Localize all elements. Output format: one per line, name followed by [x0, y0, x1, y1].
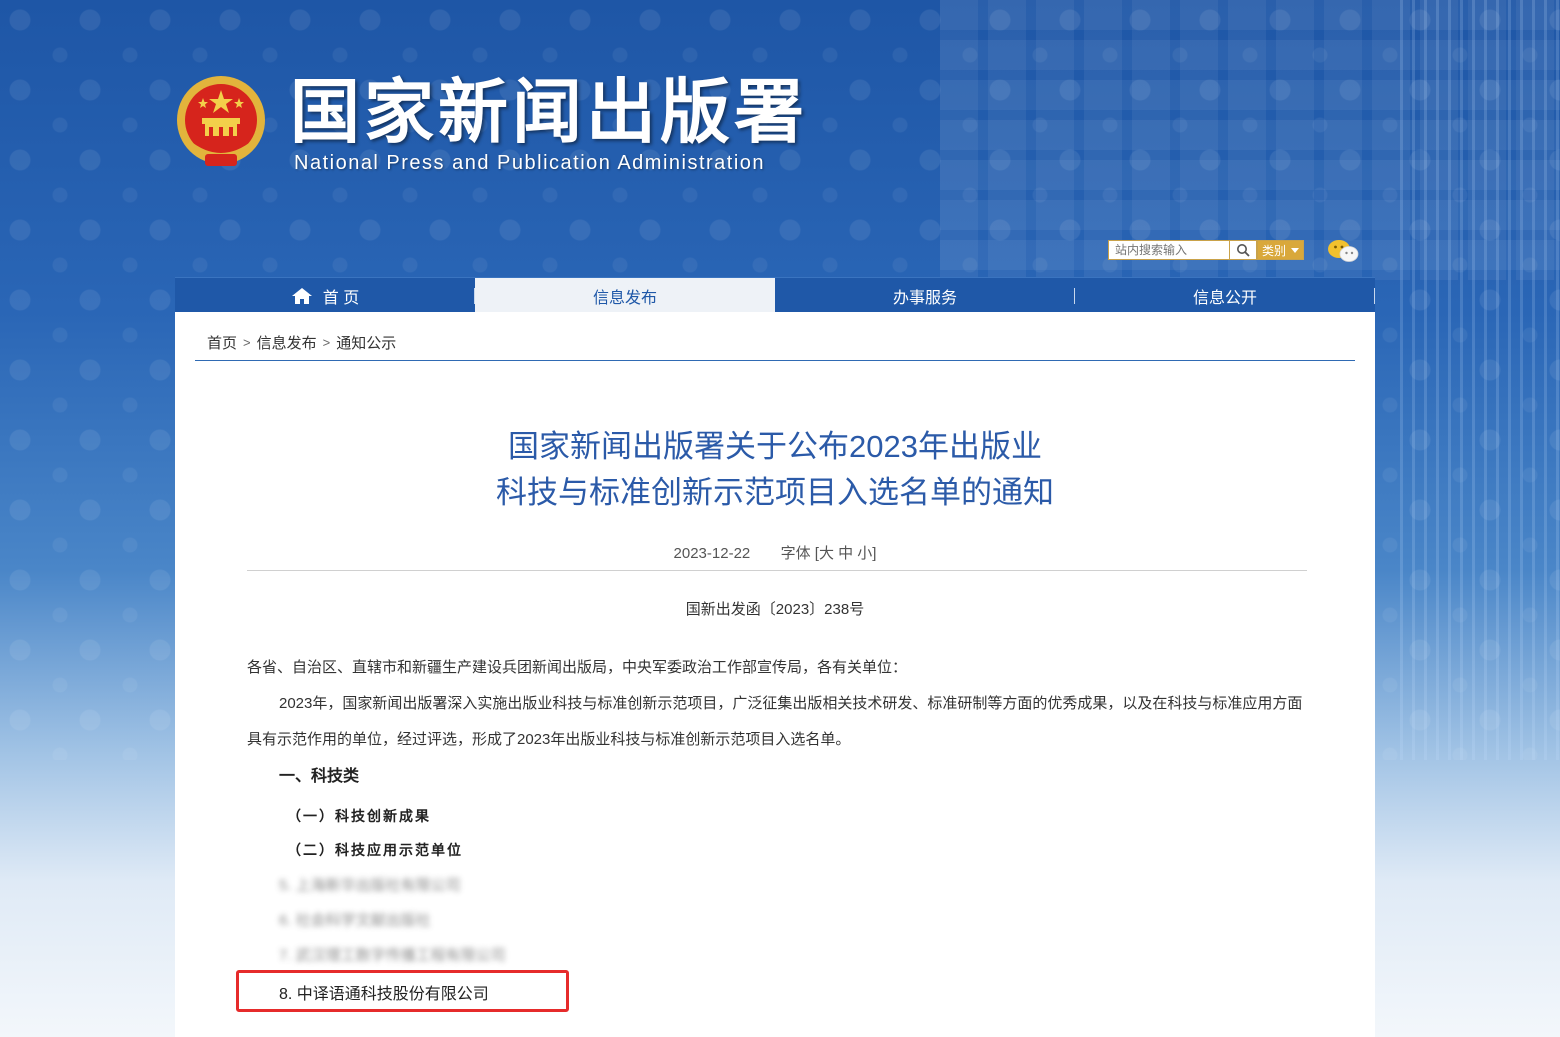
national-emblem-icon: [177, 76, 265, 166]
article-body: 各省、自治区、直辖市和新疆生产建设兵团新闻出版局，中央军委政治工作部宣传局，各有…: [247, 650, 1309, 758]
article-title-line2: 科技与标准创新示范项目入选名单的通知: [496, 475, 1054, 510]
breadcrumb-separator: >: [243, 335, 251, 350]
subsection-heading: （二）科技应用示范单位: [287, 843, 463, 859]
site-title: 国家新闻出版署: [290, 70, 808, 153]
list-item-blurred: 6. 社会科学文献出版社: [279, 912, 431, 929]
meta-divider: [247, 570, 1307, 571]
category-dropdown[interactable]: 类别: [1257, 240, 1304, 260]
nav-divider: [1374, 288, 1375, 304]
background-binary-stripes: [1400, 0, 1560, 760]
breadcrumb: 首页 > 信息发布 > 通知公示: [207, 332, 396, 353]
nav-item-info-disclosure[interactable]: 信息公开: [1075, 278, 1375, 313]
salutation: 各省、自治区、直辖市和新疆生产建设兵团新闻出版局，中央军委政治工作部宣传局，各有…: [247, 659, 908, 676]
search-icon: [1237, 244, 1250, 257]
chevron-down-icon: [1291, 247, 1299, 253]
site-search: 类别: [1108, 240, 1304, 260]
nav-item-services[interactable]: 办事服务: [775, 278, 1075, 313]
article-date: 2023-12-22: [673, 545, 751, 562]
home-icon: [291, 287, 312, 304]
section-heading: 一、科技类: [279, 768, 360, 785]
article-meta: 2023-12-22 字体 [大 中 小]: [175, 542, 1375, 563]
wechat-icon[interactable]: [1327, 238, 1359, 264]
font-size-label: 字体: [780, 545, 811, 562]
article-title-line1: 国家新闻出版署关于公布2023年出版业: [508, 429, 1042, 464]
highlight-annotation-box: [236, 970, 569, 1012]
breadcrumb-notices[interactable]: 通知公示: [336, 332, 396, 353]
breadcrumb-divider: [195, 360, 1355, 361]
search-button[interactable]: [1229, 240, 1257, 260]
site-subtitle: National Press and Publication Administr…: [294, 152, 766, 174]
nav-item-label: 信息发布: [592, 289, 657, 307]
breadcrumb-separator: >: [322, 335, 331, 350]
search-input[interactable]: [1108, 240, 1229, 260]
nav-item-label: 信息公开: [1192, 289, 1257, 307]
content-panel: 首页 > 信息发布 > 通知公示 国家新闻出版署关于公布2023年出版业 科技与…: [175, 312, 1375, 1037]
breadcrumb-info-release[interactable]: 信息发布: [257, 332, 317, 353]
category-label: 类别: [1261, 243, 1286, 258]
nav-item-label: 首 页: [322, 289, 360, 307]
document-number: 国新出发函〔2023〕238号: [685, 601, 865, 618]
nav-item-home[interactable]: 首 页: [175, 278, 475, 313]
breadcrumb-home[interactable]: 首页: [207, 332, 237, 353]
font-size-switcher[interactable]: [大 中 小]: [815, 545, 877, 562]
list-item-blurred: 5. 上海新华出版社有限公司: [279, 877, 461, 894]
nav-item-label: 办事服务: [892, 289, 957, 307]
article-title: 国家新闻出版署关于公布2023年出版业 科技与标准创新示范项目入选名单的通知: [175, 424, 1375, 516]
main-nav: 首 页 信息发布 办事服务 信息公开: [175, 277, 1375, 313]
nav-item-info-release[interactable]: 信息发布: [475, 278, 775, 313]
list-item-blurred: 7. 武汉理工数字传播工程有限公司: [279, 947, 506, 964]
subsection-heading: （一）科技创新成果: [287, 809, 431, 825]
paragraph: 2023年，国家新闻出版署深入实施出版业科技与标准创新示范项目，广泛征集出版相关…: [247, 695, 1303, 748]
